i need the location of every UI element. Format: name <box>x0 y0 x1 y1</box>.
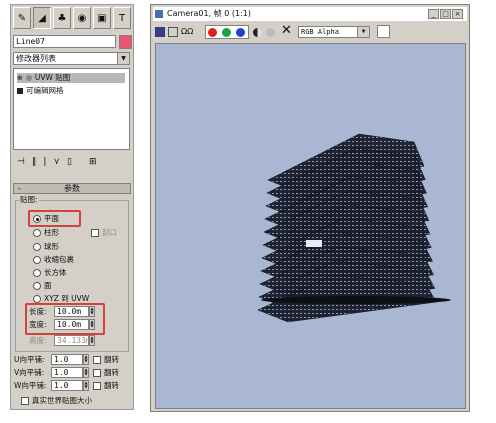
stack-item-label: UVW 贴图 <box>34 73 71 82</box>
chevron-down-icon: ▼ <box>357 27 369 37</box>
height-input[interactable]: 34.133m <box>54 335 91 346</box>
alpha-channel-toggle-icon[interactable] <box>253 28 262 37</box>
spherical-radio[interactable]: 球形 <box>33 242 59 251</box>
green-channel-toggle-icon[interactable] <box>222 28 231 37</box>
display-tab-icon[interactable]: ▣ <box>93 7 111 29</box>
delete-icon[interactable]: ▯ <box>67 157 72 167</box>
render-toolbar: ΩΩ ✕ RGB Alpha ▼ <box>153 23 467 41</box>
width-spinner[interactable]: ▲ ▼ <box>89 319 95 330</box>
rendered-building-model <box>257 133 451 323</box>
modifier-list-dropdown[interactable]: 修改器列表 ▼ <box>13 52 130 65</box>
close-icon[interactable]: × <box>452 9 463 19</box>
copy-image-icon[interactable] <box>168 27 178 37</box>
configure-sets-icon[interactable]: ⊞ <box>89 157 97 167</box>
motion-tab-icon[interactable]: ◉ <box>73 7 91 29</box>
v-tile-input[interactable]: 1.0 <box>51 367 83 378</box>
display-channel-dropdown[interactable]: RGB Alpha ▼ <box>298 26 370 38</box>
v-tile-label: V向平铺: <box>14 368 45 377</box>
face-radio[interactable]: 面 <box>33 281 52 290</box>
red-channel-toggle-icon[interactable] <box>208 28 217 37</box>
shrink-wrap-radio[interactable]: 收缩包裹 <box>33 255 74 264</box>
stack-item-editable-mesh[interactable]: 可编辑网格 <box>17 86 64 96</box>
v-flip-checkbox[interactable]: 翻转 <box>93 368 119 377</box>
clone-window-icon[interactable]: ΩΩ <box>181 27 193 37</box>
xyz-to-uvw-radio[interactable]: XYZ 到 UVW <box>33 294 89 303</box>
blue-channel-toggle-icon[interactable] <box>236 28 245 37</box>
building-shadow <box>261 296 451 304</box>
object-name-field[interactable]: Line07 <box>13 35 116 48</box>
height-label: 高度: <box>29 336 47 345</box>
width-input[interactable]: 10.0m <box>54 319 89 330</box>
chevron-down-icon: ▼ <box>117 53 129 64</box>
render-window-app-icon <box>155 10 163 18</box>
modifier-stack: ⊕ UVW 贴图 可编辑网格 <box>13 68 130 150</box>
w-tile-input[interactable]: 1.0 <box>51 380 83 391</box>
cap-checkbox[interactable]: 封口 <box>91 228 117 237</box>
maximize-icon[interactable]: □ <box>440 9 451 19</box>
params-rollout-header[interactable]: - 参数 <box>13 183 131 194</box>
pin-stack-icon[interactable]: ⊣ <box>17 157 25 167</box>
window-opening <box>306 240 322 247</box>
cylindrical-radio[interactable]: 柱形 <box>33 228 59 237</box>
u-tile-spinner[interactable]: ▲ ▼ <box>83 354 89 365</box>
create-tab-icon[interactable]: ✎ <box>13 7 31 29</box>
clear-image-icon[interactable]: ✕ <box>281 24 292 38</box>
length-label: 长度: <box>29 307 47 316</box>
monochrome-toggle-icon[interactable] <box>266 28 275 37</box>
modifier-list-label: 修改器列表 <box>16 54 56 63</box>
show-end-result-icon[interactable]: ‖ <box>32 157 37 167</box>
u-flip-checkbox[interactable]: 翻转 <box>93 355 119 364</box>
modify-tab-icon[interactable]: ◢ <box>33 7 51 29</box>
render-viewport[interactable] <box>155 43 466 409</box>
light-bulb-icon[interactable] <box>25 75 32 81</box>
command-panel: ✎ ◢ ♣ ◉ ▣ T Line07 修改器列表 ▼ ⊕ UVW 贴图 可编辑网… <box>10 4 134 410</box>
u-tile-input[interactable]: 1.0 <box>51 354 83 365</box>
w-tile-label: W向平铺: <box>14 381 47 390</box>
pixel-color-swatch[interactable] <box>377 25 390 38</box>
stack-toolbar: ⊣ ‖ | ⋎ ▯ ⊞ <box>17 155 129 169</box>
utilities-tab-icon[interactable]: T <box>113 7 131 29</box>
command-panel-tabs: ✎ ◢ ♣ ◉ ▣ T <box>13 7 131 31</box>
render-window: Camera01, 帧 0 (1:1) _ □ × ΩΩ ✕ RGB Alpha… <box>150 4 470 412</box>
real-world-size-checkbox[interactable]: 真实世界贴图大小 <box>21 396 92 405</box>
minimize-icon[interactable]: _ <box>428 9 439 19</box>
height-spinner[interactable]: ▲ ▼ <box>89 335 95 346</box>
mapping-group-label: 贴图: <box>19 195 39 204</box>
hierarchy-tab-icon[interactable]: ♣ <box>53 7 71 29</box>
box-radio[interactable]: 长方体 <box>33 268 67 277</box>
w-flip-checkbox[interactable]: 翻转 <box>93 381 119 390</box>
width-label: 宽度: <box>29 320 47 329</box>
save-image-icon[interactable] <box>155 27 165 37</box>
planar-radio[interactable]: 平面 <box>33 214 59 223</box>
v-tile-spinner[interactable]: ▲ ▼ <box>83 367 89 378</box>
collapse-minus-icon: - <box>18 184 21 193</box>
render-window-title: Camera01, 帧 0 (1:1) <box>167 9 251 18</box>
u-tile-label: U向平铺: <box>14 355 45 364</box>
square-icon <box>17 88 23 94</box>
object-color-swatch[interactable] <box>119 35 132 49</box>
w-tile-spinner[interactable]: ▲ ▼ <box>83 380 89 391</box>
params-title: 参数 <box>64 184 80 193</box>
render-window-titlebar[interactable]: Camera01, 帧 0 (1:1) _ □ × <box>153 7 467 21</box>
display-channel-value: RGB Alpha <box>301 28 339 36</box>
make-unique-icon[interactable]: | <box>43 157 46 167</box>
length-input[interactable]: 10.0m <box>54 306 89 317</box>
stack-item-label: 可编辑网格 <box>26 86 64 95</box>
remove-modifier-icon[interactable]: ⋎ <box>53 157 60 167</box>
stack-item-uvw-map[interactable]: ⊕ UVW 贴图 <box>17 73 125 83</box>
length-spinner[interactable]: ▲ ▼ <box>89 306 95 317</box>
expand-plus-icon[interactable]: ⊕ <box>17 73 23 83</box>
building-slabs <box>257 133 451 323</box>
